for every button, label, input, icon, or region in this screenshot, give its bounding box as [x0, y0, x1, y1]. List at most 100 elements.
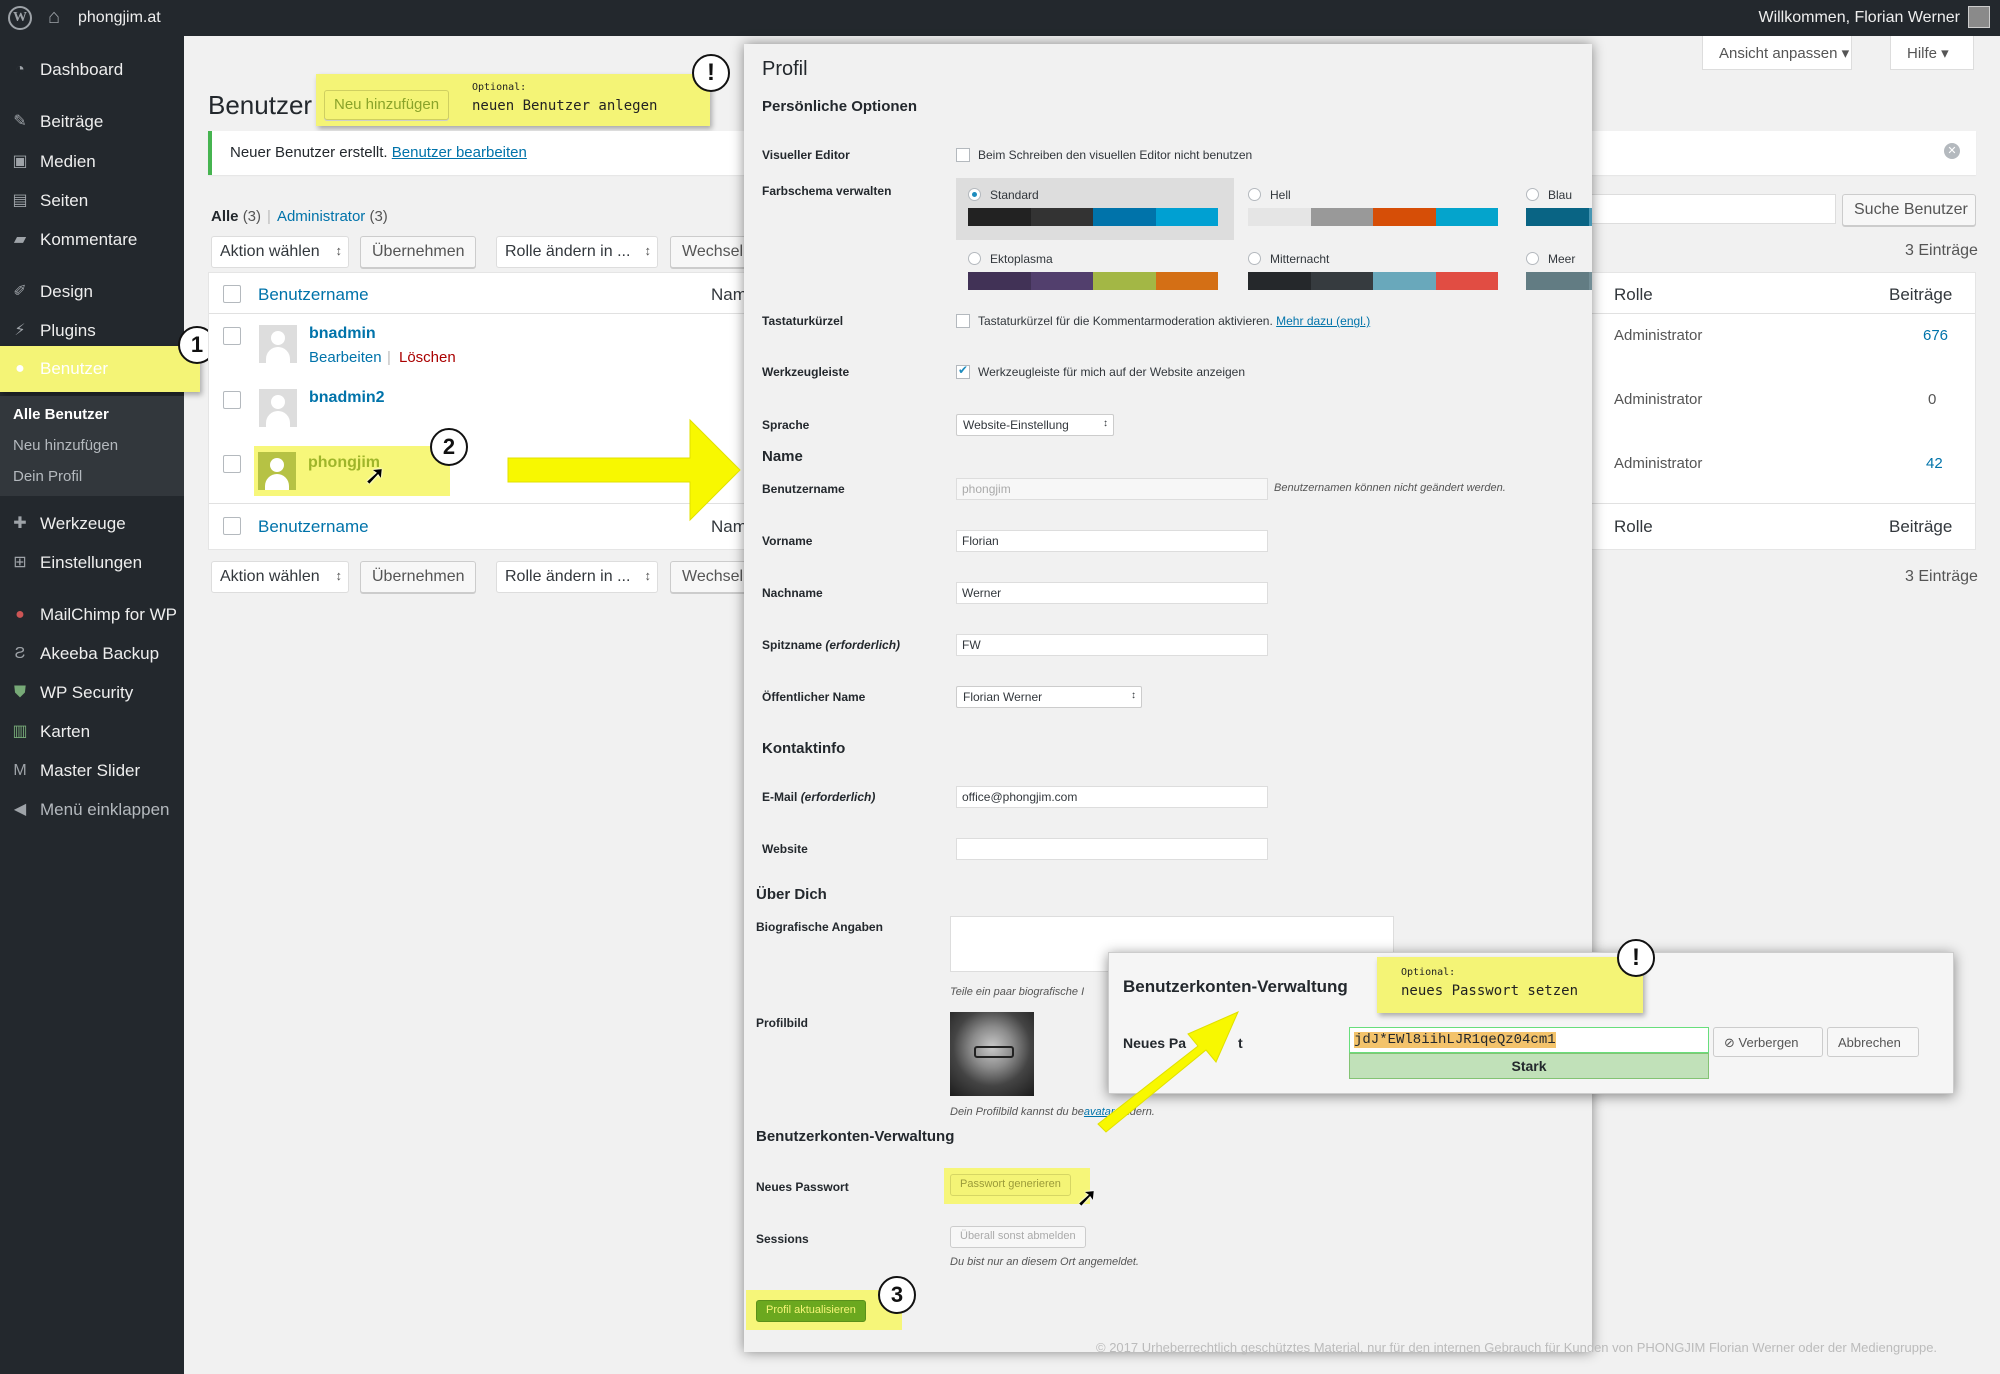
- screen-options-button[interactable]: Ansicht anpassen ▾: [1702, 36, 1852, 70]
- posts-count-link[interactable]: 676: [1923, 327, 1948, 344]
- shortcuts-checkbox[interactable]: [956, 314, 970, 328]
- scheme-swatch: [1248, 272, 1311, 290]
- gravatar-link[interactable]: avatar: [1084, 1106, 1115, 1118]
- scheme-radio[interactable]: [968, 188, 981, 201]
- hide-password-button[interactable]: ⊘ Verbergen: [1713, 1027, 1823, 1057]
- username-link[interactable]: bnadmin2: [309, 389, 385, 407]
- color-scheme-meer[interactable]: Meer: [1514, 242, 1592, 304]
- bulk-action-select-bottom[interactable]: Aktion wählen: [211, 561, 349, 593]
- sidebar-item-design[interactable]: ✐ Design: [0, 274, 184, 310]
- scheme-swatch: [1588, 272, 1592, 290]
- avatar: [259, 325, 297, 363]
- site-name-link[interactable]: phongjim.at: [78, 9, 161, 27]
- color-scheme-ektoplasma[interactable]: Ektoplasma: [956, 242, 1234, 304]
- scheme-radio[interactable]: [1248, 252, 1261, 265]
- screen-options-label: Ansicht anpassen: [1719, 45, 1838, 62]
- apply-button-bottom[interactable]: Übernehmen: [360, 561, 476, 593]
- help-button[interactable]: Hilfe ▾: [1890, 36, 1974, 70]
- toolbar-checkbox[interactable]: [956, 363, 970, 379]
- sidebar-item-dashboard[interactable]: ◔ Dashboard: [0, 52, 184, 88]
- column-posts[interactable]: Beiträge: [1889, 285, 1952, 305]
- home-icon[interactable]: ⌂: [48, 6, 60, 29]
- language-select[interactable]: Website-Einstellung: [956, 414, 1114, 436]
- row-checkbox[interactable]: [223, 391, 241, 409]
- comment-icon: ▰: [13, 231, 27, 248]
- admin-sidebar: ◔ Dashboard ✎ Beiträge ▣ Medien ▤ Seiten…: [0, 36, 200, 1374]
- password-strength-indicator: Stark: [1349, 1053, 1709, 1079]
- filter-administrator[interactable]: Administrator: [277, 208, 365, 225]
- wordpress-logo-icon[interactable]: W: [8, 6, 32, 30]
- color-scheme-standard[interactable]: Standard: [956, 178, 1234, 240]
- color-scheme-label: Farbschema verwalten: [762, 184, 892, 198]
- scheme-swatch: [1435, 272, 1498, 290]
- filter-all[interactable]: Alle: [211, 208, 239, 225]
- welcome-user-link[interactable]: Willkommen, Florian Werner: [1758, 9, 1960, 27]
- search-users-button[interactable]: Suche Benutzer: [1842, 194, 1976, 226]
- sidebar-collapse-menu[interactable]: ◀ Menü einklappen: [0, 792, 184, 828]
- select-all-checkbox[interactable]: [223, 285, 241, 303]
- scheme-radio[interactable]: [968, 252, 981, 265]
- sidebar-item-tools[interactable]: ✚ Werkzeuge: [0, 506, 184, 542]
- row-checkbox[interactable]: [223, 327, 241, 345]
- sidebar-item-maps[interactable]: ▥ Karten: [0, 714, 184, 750]
- website-field[interactable]: [956, 838, 1268, 860]
- edit-user-link[interactable]: Benutzer bearbeiten: [392, 144, 527, 161]
- user-avatar-icon[interactable]: [1968, 6, 1990, 28]
- sidebar-item-pages[interactable]: ▤ Seiten: [0, 183, 184, 219]
- add-new-user-button[interactable]: Neu hinzufügen: [324, 90, 450, 120]
- column-username[interactable]: Benutzername: [258, 285, 369, 305]
- column-username-footer[interactable]: Benutzername: [258, 517, 369, 537]
- bulk-action-select[interactable]: Aktion wählen: [211, 236, 349, 268]
- color-scheme-hell[interactable]: Hell: [1236, 178, 1514, 240]
- select-all-checkbox-bottom[interactable]: [223, 517, 241, 535]
- sidebar-item-settings[interactable]: ⊞ Einstellungen: [0, 545, 184, 581]
- scheme-radio[interactable]: [1526, 252, 1539, 265]
- search-input[interactable]: [1586, 194, 1836, 224]
- visual-editor-checkbox[interactable]: [956, 148, 970, 162]
- delete-user-action[interactable]: Löschen: [399, 349, 456, 366]
- lastname-field[interactable]: Werner: [956, 582, 1268, 604]
- sidebar-item-media[interactable]: ▣ Medien: [0, 144, 184, 180]
- sidebar-item-mailchimp[interactable]: ● MailChimp for WP: [0, 597, 184, 633]
- logout-everywhere-button[interactable]: Überall sonst abmelden: [950, 1226, 1086, 1248]
- column-posts-footer[interactable]: Beiträge: [1889, 517, 1952, 537]
- scheme-swatches: [968, 208, 1218, 226]
- edit-user-action[interactable]: Bearbeiten: [309, 349, 382, 366]
- scheme-radio[interactable]: [1248, 188, 1261, 201]
- submenu-add-new[interactable]: Neu hinzufügen: [13, 437, 118, 454]
- sidebar-item-plugins[interactable]: ⚡ Plugins: [0, 313, 184, 349]
- update-profile-button[interactable]: Profil aktualisieren: [756, 1300, 866, 1322]
- firstname-field[interactable]: Florian: [956, 530, 1268, 552]
- change-role-select[interactable]: Rolle ändern in ...: [496, 236, 658, 268]
- generate-password-button[interactable]: Passwort generieren: [950, 1174, 1071, 1196]
- display-name-select[interactable]: Florian Werner: [956, 686, 1142, 708]
- row-checkbox[interactable]: [223, 455, 241, 473]
- sidebar-item-akeeba[interactable]: Ƨ Akeeba Backup: [0, 636, 184, 672]
- shortcuts-more-link[interactable]: Mehr dazu (engl.): [1276, 314, 1370, 328]
- color-scheme-mitternacht[interactable]: Mitternacht: [1236, 242, 1514, 304]
- scheme-radio[interactable]: [1526, 188, 1539, 201]
- cancel-password-button[interactable]: Abbrechen: [1827, 1027, 1919, 1057]
- user-icon: ●: [15, 360, 25, 377]
- change-role-select-bottom[interactable]: Rolle ändern in ...: [496, 561, 658, 593]
- new-password-label-start: Neues Pa: [1123, 1035, 1187, 1051]
- submenu-all-users[interactable]: Alle Benutzer: [13, 406, 109, 423]
- color-scheme-blau[interactable]: Blau: [1514, 178, 1592, 240]
- apply-button[interactable]: Übernehmen: [360, 236, 476, 268]
- filter-admin-count: (3): [369, 208, 388, 225]
- nickname-field[interactable]: FW: [956, 634, 1268, 656]
- close-icon[interactable]: ✕: [1944, 143, 1960, 159]
- sidebar-item-posts[interactable]: ✎ Beiträge: [0, 104, 184, 140]
- submenu-your-profile[interactable]: Dein Profil: [13, 468, 82, 485]
- role-cell: Administrator: [1614, 327, 1703, 344]
- posts-count-link[interactable]: 42: [1926, 455, 1943, 472]
- sidebar-item-comments[interactable]: ▰ Kommentare: [0, 222, 184, 258]
- email-field[interactable]: office@phongjim.com: [956, 786, 1268, 808]
- sidebar-item-wp-security[interactable]: ⛊ WP Security: [0, 675, 184, 711]
- sidebar-item-master-slider[interactable]: M Master Slider: [0, 753, 184, 789]
- firstname-label: Vorname: [762, 534, 813, 548]
- sidebar-item-users[interactable]: ● Benutzer: [0, 351, 184, 387]
- new-password-input[interactable]: jdJ*EWl8iihLJR1qeQz04cm1: [1349, 1027, 1709, 1053]
- username-link[interactable]: bnadmin: [309, 325, 376, 343]
- scheme-swatch: [1526, 272, 1589, 290]
